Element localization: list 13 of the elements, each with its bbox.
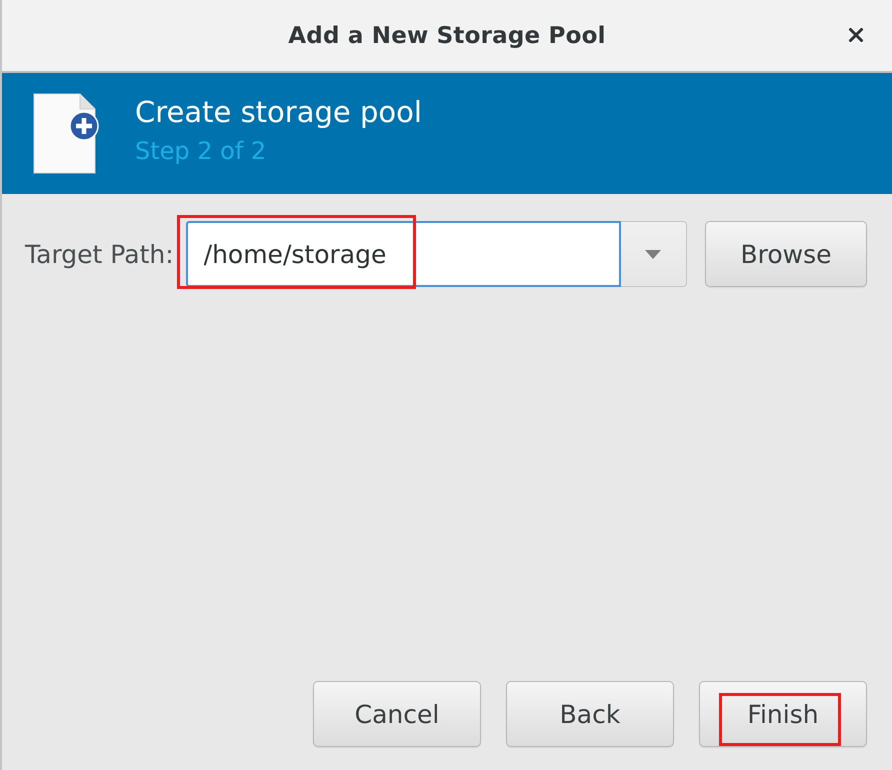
close-icon[interactable]: [849, 28, 863, 42]
browse-button[interactable]: Browse: [705, 221, 867, 287]
dialog-button[interactable]: Finish: [699, 681, 867, 747]
document-add-icon: [33, 92, 99, 174]
window-title: Add a New Storage Pool: [288, 22, 606, 48]
field-label: Target Path:: [25, 240, 174, 268]
dialog-button[interactable]: Back: [506, 681, 674, 747]
dropdown-button[interactable]: [620, 221, 687, 287]
header-subtitle: Step 2 of 2: [135, 136, 268, 164]
path-field[interactable]: /home/storage: [186, 221, 621, 287]
header-title: Create storage pool: [135, 94, 422, 128]
caret-icon: [645, 250, 662, 258]
dialog-button[interactable]: Cancel: [313, 681, 481, 747]
